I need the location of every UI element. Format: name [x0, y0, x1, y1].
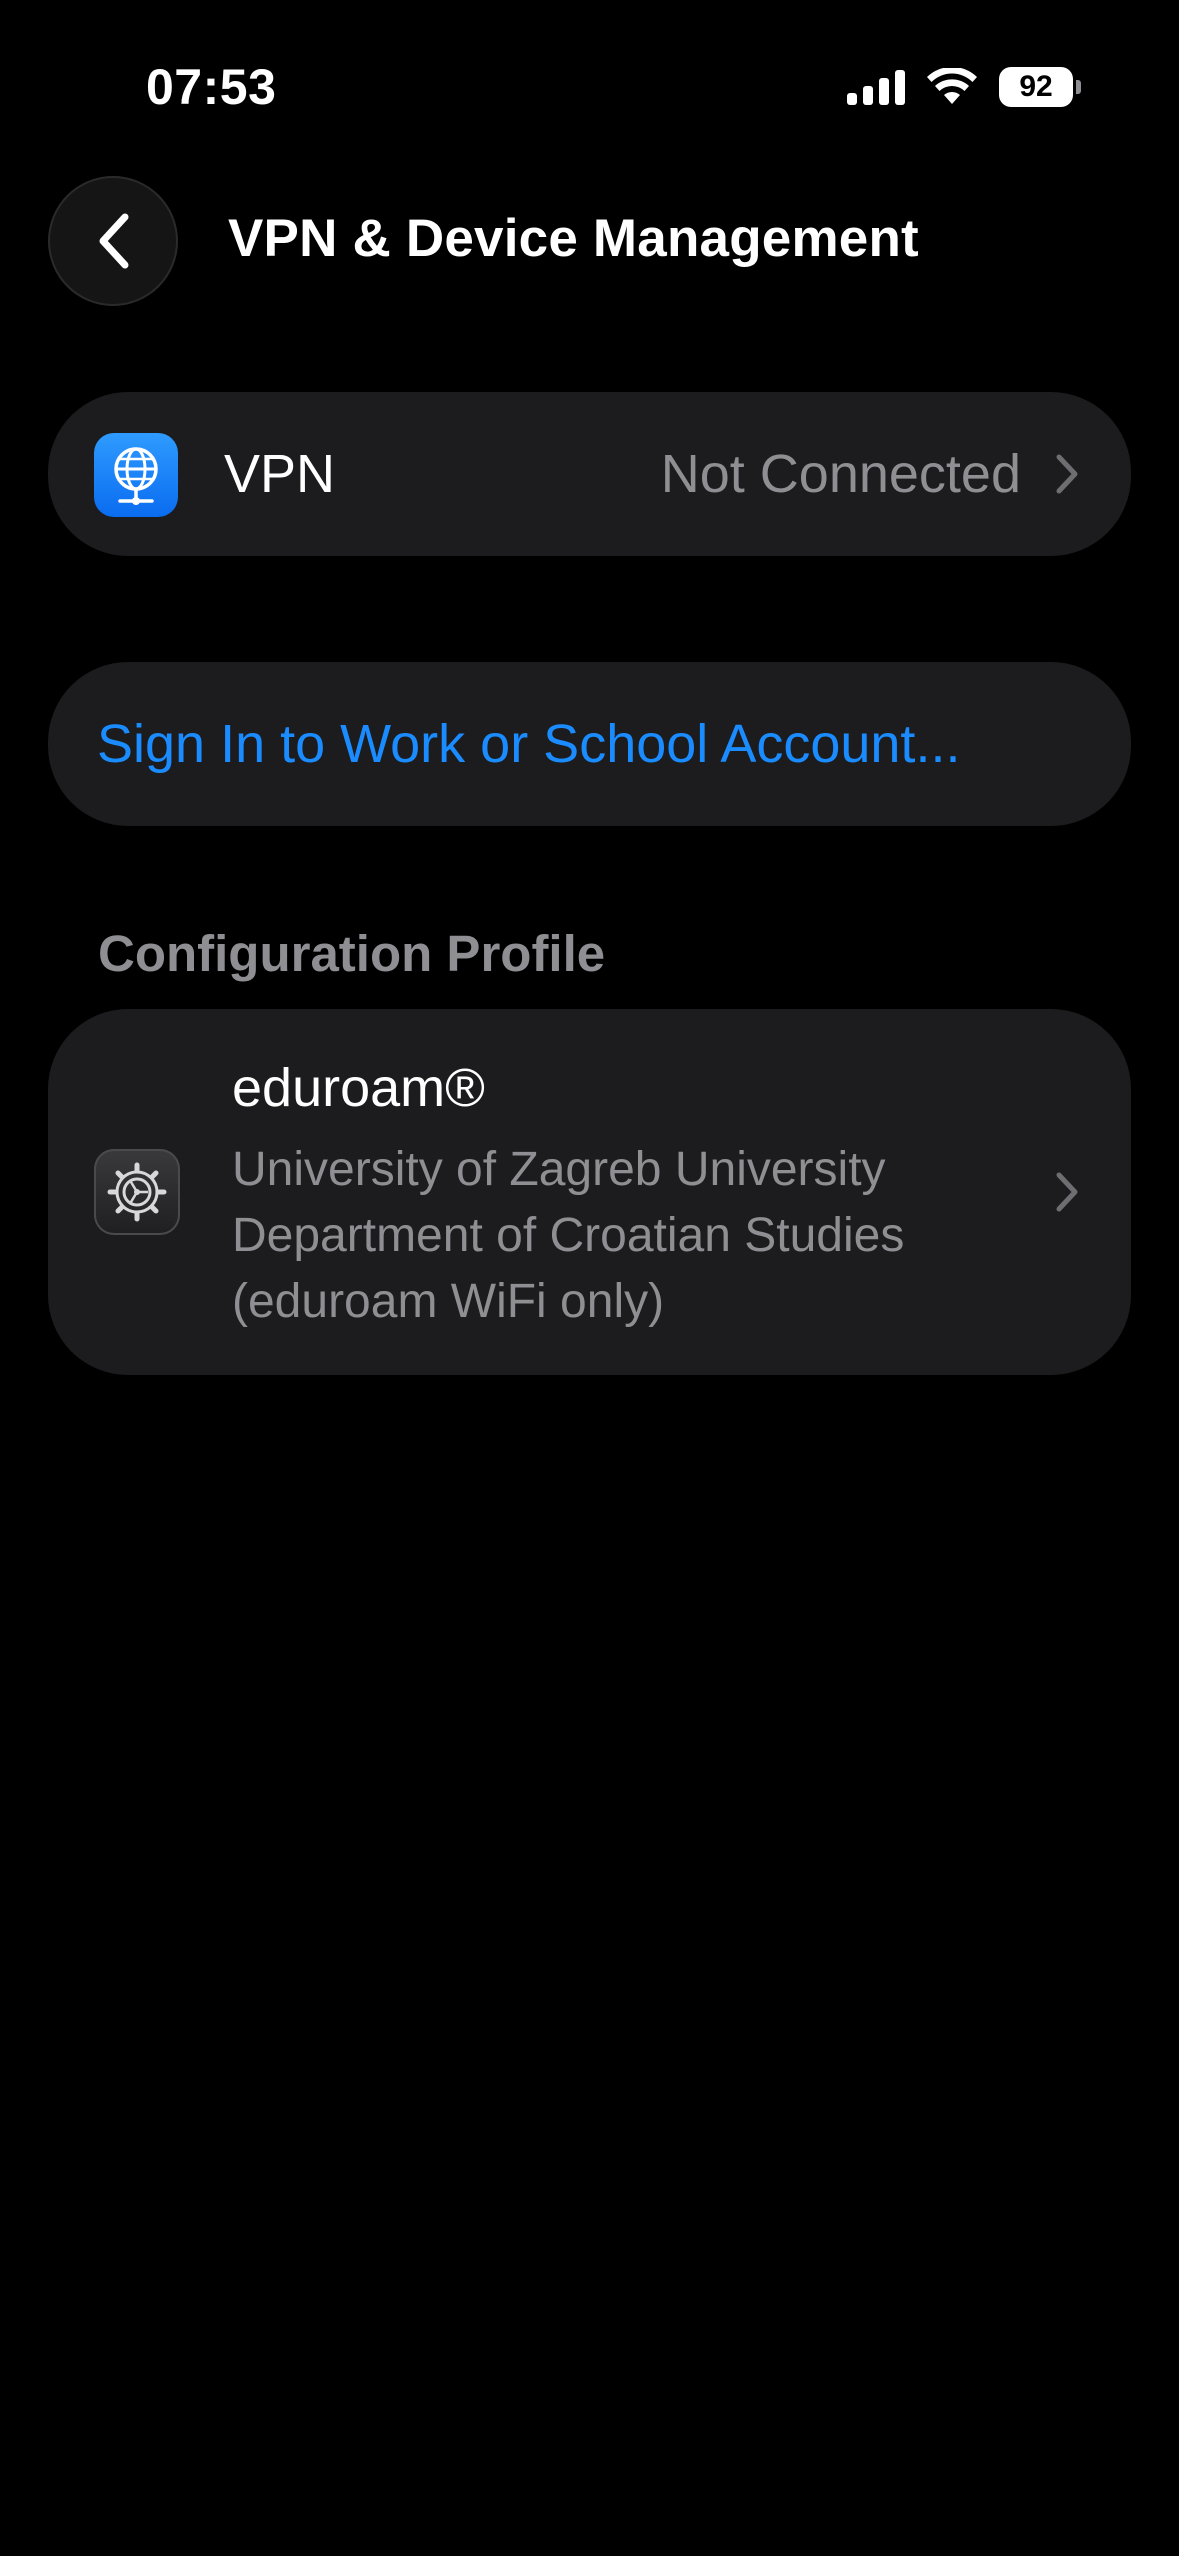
- profile-description-line: University of Zagreb University: [232, 1143, 886, 1196]
- section-header-configuration-profile: Configuration Profile: [98, 925, 606, 982]
- vpn-status: Not Connected: [660, 444, 1021, 504]
- back-button[interactable]: [48, 176, 178, 306]
- profile-name: eduroam®: [232, 1058, 485, 1118]
- battery-indicator: 92: [999, 67, 1081, 107]
- profile-description: University of Zagreb University Departme…: [232, 1137, 1032, 1335]
- battery-level: 92: [999, 67, 1073, 107]
- chevron-right-icon: [1056, 1172, 1078, 1212]
- battery-tip: [1076, 80, 1081, 94]
- status-time: 07:53: [146, 59, 277, 115]
- profile-row-eduroam[interactable]: eduroam® University of Zagreb University…: [48, 1009, 1131, 1375]
- cellular-signal-icon: [847, 69, 905, 105]
- page-title: VPN & Device Management: [228, 209, 919, 268]
- chevron-right-icon: [1056, 454, 1078, 494]
- chevron-left-icon: [99, 213, 129, 269]
- profile-description-line: Department of Croatian Studies: [232, 1209, 905, 1262]
- vpn-label: VPN: [224, 444, 336, 504]
- settings-gear-icon: [94, 1149, 180, 1235]
- profile-description-line: (eduroam WiFi only): [232, 1275, 665, 1328]
- vpn-globe-icon: [94, 433, 178, 517]
- sign-in-work-school-button[interactable]: Sign In to Work or School Account...: [48, 662, 1131, 826]
- status-icons: 92: [847, 64, 1081, 110]
- wifi-icon: [927, 68, 977, 104]
- sign-in-label: Sign In to Work or School Account...: [97, 714, 961, 774]
- vpn-row[interactable]: VPN Not Connected: [48, 392, 1131, 556]
